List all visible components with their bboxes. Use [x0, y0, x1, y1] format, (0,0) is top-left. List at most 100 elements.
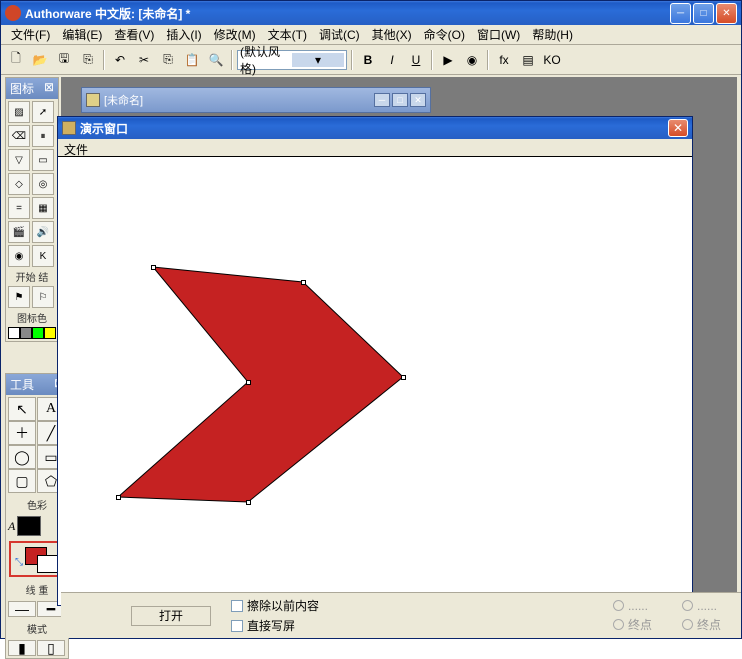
radio-icon[interactable]: [682, 619, 693, 630]
icon-palette: 图标 ⊠ ▨➚ ⌫⏸ ▽▭ ◇◎ =▦ 🎬🔊 ◉K 开始 结 ⚑⚐ 图标色: [5, 77, 59, 342]
radio-row-1[interactable]: ......: [613, 599, 652, 613]
sound-icon[interactable]: 🔊: [32, 221, 54, 243]
palette-close-icon[interactable]: ⊠: [44, 80, 54, 97]
line-plus-tool[interactable]: ＋: [8, 421, 36, 445]
direct-checkbox-row[interactable]: 直接写屏: [231, 617, 319, 634]
presentation-canvas[interactable]: [58, 157, 692, 605]
radio-icon[interactable]: [613, 600, 624, 611]
dvd-icon[interactable]: ◉: [8, 245, 30, 267]
map-icon[interactable]: ▦: [32, 197, 54, 219]
wait-icon[interactable]: ⏸: [32, 125, 54, 147]
start-flag-icon[interactable]: ⚑: [8, 286, 30, 308]
ko-icon[interactable]: K: [32, 245, 54, 267]
flowline-minimize[interactable]: ─: [374, 93, 390, 107]
calc-icon[interactable]: =: [8, 197, 30, 219]
menu-other[interactable]: 其他(X): [366, 24, 418, 45]
import-button[interactable]: ⎘: [77, 49, 99, 71]
roundrect-tool[interactable]: ▢: [8, 469, 36, 493]
mode-grid: ▮ ▯: [6, 638, 68, 658]
line-weight-thin[interactable]: —: [8, 601, 36, 617]
underline-button[interactable]: U: [405, 49, 427, 71]
color-gray[interactable]: [20, 327, 32, 339]
interaction-icon[interactable]: ◎: [32, 173, 54, 195]
decision-icon[interactable]: ◇: [8, 173, 30, 195]
selection-handle[interactable]: [246, 500, 251, 505]
selection-handle[interactable]: [246, 380, 251, 385]
menu-command[interactable]: 命令(O): [418, 24, 471, 45]
separator: [431, 50, 433, 70]
swap-icon[interactable]: ⤡: [15, 557, 23, 568]
framework-icon[interactable]: ▭: [32, 149, 54, 171]
flowline-window[interactable]: [未命名] ─ □ ✕: [81, 87, 431, 113]
cut-button[interactable]: ✂: [133, 49, 155, 71]
endpoint-radio-row[interactable]: 终点: [613, 616, 652, 633]
endpoint-label-2: 终点: [697, 616, 721, 633]
fill-bg-swatch[interactable]: [37, 555, 59, 573]
erase-icon[interactable]: ⌫: [8, 125, 30, 147]
find-button[interactable]: 🔍: [205, 49, 227, 71]
italic-button[interactable]: I: [381, 49, 403, 71]
menu-view[interactable]: 查看(V): [108, 24, 160, 45]
minimize-button[interactable]: ─: [670, 3, 691, 24]
presentation-title: 演示窗口: [80, 120, 668, 137]
close-button[interactable]: ✕: [716, 3, 737, 24]
red-arrow-shape[interactable]: [108, 262, 408, 515]
navigate-icon[interactable]: ▽: [8, 149, 30, 171]
presentation-close-button[interactable]: ✕: [668, 119, 688, 137]
paste-button[interactable]: 📋: [181, 49, 203, 71]
copy-button[interactable]: ⎘: [157, 49, 179, 71]
menu-window[interactable]: 窗口(W): [471, 24, 526, 45]
open-button[interactable]: 📂: [29, 49, 51, 71]
new-button[interactable]: 🗋: [5, 49, 27, 71]
func-button[interactable]: fx: [493, 49, 515, 71]
ko-button[interactable]: KO: [541, 49, 563, 71]
flowline-maximize[interactable]: □: [392, 93, 408, 107]
mode-matte[interactable]: ▯: [37, 640, 65, 656]
radio-row-2[interactable]: ......: [682, 599, 721, 613]
erase-checkbox-row[interactable]: 擦除以前内容: [231, 597, 319, 614]
erase-label: 擦除以前内容: [247, 597, 319, 614]
text-color-icon[interactable]: A: [8, 519, 15, 534]
pointer-tool[interactable]: ↖: [8, 397, 36, 421]
menu-debug[interactable]: 调试(C): [313, 24, 366, 45]
checkbox-icon[interactable]: [231, 620, 243, 632]
endpoint-radio-row-2[interactable]: 终点: [682, 616, 721, 633]
icon-color-row[interactable]: [8, 327, 56, 339]
maximize-button[interactable]: □: [693, 3, 714, 24]
menu-edit[interactable]: 编辑(E): [56, 24, 108, 45]
checkbox-icon[interactable]: [231, 600, 243, 612]
display-icon[interactable]: ▨: [8, 101, 30, 123]
presentation-menu-file[interactable]: 文件: [64, 143, 88, 157]
control-panel-button[interactable]: ◉: [461, 49, 483, 71]
titlebar: Authorware 中文版: [未命名] * ─ □ ✕: [1, 1, 741, 25]
radio-icon[interactable]: [613, 619, 624, 630]
color-white[interactable]: [8, 327, 20, 339]
style-select[interactable]: (默认风格) ▾: [237, 50, 347, 70]
var-button[interactable]: ▤: [517, 49, 539, 71]
movie-icon[interactable]: 🎬: [8, 221, 30, 243]
color-yellow[interactable]: [44, 327, 56, 339]
window-buttons: ─ □ ✕: [670, 3, 737, 24]
icon-palette-title[interactable]: 图标 ⊠: [6, 78, 58, 99]
menu-insert[interactable]: 插入(I): [160, 24, 207, 45]
selection-handle[interactable]: [401, 375, 406, 380]
radio-icon[interactable]: [682, 600, 693, 611]
mode-opaque[interactable]: ▮: [8, 640, 36, 656]
end-flag-icon[interactable]: ⚐: [32, 286, 54, 308]
flowline-close[interactable]: ✕: [410, 93, 426, 107]
menu-help[interactable]: 帮助(H): [526, 24, 579, 45]
menu-file[interactable]: 文件(F): [5, 24, 56, 45]
oval-tool[interactable]: ◯: [8, 445, 36, 469]
run-button[interactable]: ▶: [437, 49, 459, 71]
motion-icon[interactable]: ➚: [32, 101, 54, 123]
selection-handle[interactable]: [301, 280, 306, 285]
save-all-button[interactable]: 🖫: [53, 49, 75, 71]
undo-button[interactable]: ↶: [109, 49, 131, 71]
open-button[interactable]: 打开: [131, 606, 211, 626]
stroke-color-swatch[interactable]: [17, 516, 41, 536]
bold-button[interactable]: B: [357, 49, 379, 71]
color-green[interactable]: [32, 327, 44, 339]
selection-handle[interactable]: [151, 265, 156, 270]
selection-handle[interactable]: [116, 495, 121, 500]
presentation-titlebar[interactable]: 演示窗口 ✕: [58, 117, 692, 139]
